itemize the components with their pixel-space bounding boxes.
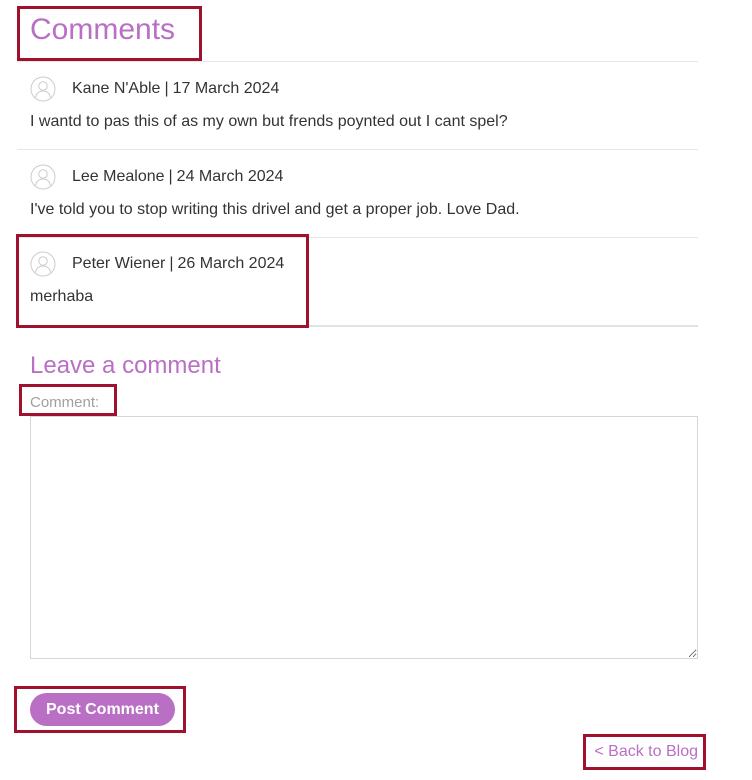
comment-author: Kane N'Able — [72, 80, 161, 97]
comment-author: Lee Mealone — [72, 168, 165, 185]
leave-comment-title: Leave a comment — [30, 352, 221, 379]
divider — [17, 325, 698, 327]
divider — [17, 149, 698, 150]
back-to-blog-link[interactable]: < Back to Blog — [594, 743, 698, 761]
user-avatar-icon — [30, 76, 56, 102]
comment-item: Kane N'Able | 17 March 2024 I wantd to pas… — [30, 76, 698, 130]
post-comment-button[interactable]: Post Comment — [30, 693, 175, 726]
comment-item: Peter Wiener | 26 March 2024 merhaba — [30, 251, 698, 305]
comment-date: 17 March 2024 — [172, 80, 280, 97]
comment-date: 24 March 2024 — [176, 168, 284, 185]
comment-date: 26 March 2024 — [177, 255, 285, 272]
divider — [17, 61, 698, 62]
comment-meta: Lee Mealone | 24 March 2024 — [30, 164, 698, 192]
comment-author: Peter Wiener — [72, 255, 166, 272]
user-avatar-icon — [30, 164, 56, 190]
comment-item: Lee Mealone | 24 March 2024 I've told you … — [30, 164, 698, 218]
comment-textarea[interactable] — [30, 416, 698, 659]
meta-separator: | — [164, 80, 169, 97]
comment-meta: Kane N'Able | 17 March 2024 — [30, 76, 698, 104]
comment-label: Comment: — [30, 394, 100, 411]
meta-separator: | — [168, 168, 173, 185]
page-title: Comments — [30, 13, 176, 46]
comment-body: I wantd to pas this of as my own but fre… — [30, 113, 508, 130]
divider — [17, 237, 698, 238]
comment-body: merhaba — [30, 288, 94, 305]
user-avatar-icon — [30, 251, 56, 277]
meta-separator: | — [169, 255, 174, 272]
highlight-box-comment — [16, 234, 309, 328]
comment-meta: Peter Wiener | 26 March 2024 — [30, 251, 698, 279]
comment-body: I've told you to stop writing this drive… — [30, 201, 520, 218]
